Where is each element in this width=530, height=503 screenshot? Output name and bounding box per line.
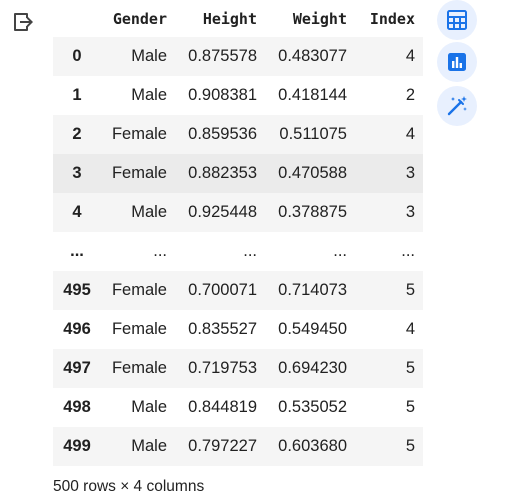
index-cell: 3 [405, 203, 415, 221]
index-cell: 5 [405, 437, 415, 455]
table-row: 0 Male 0.875578 0.483077 4 [53, 37, 423, 76]
index-cell: ... [401, 242, 415, 260]
gender-cell: Female [111, 164, 167, 182]
gender-cell: Male [131, 398, 167, 416]
table-row: 3 Female 0.882353 0.470588 3 [53, 154, 423, 193]
dataframe-dimensions-note: 500 rows × 4 columns [53, 478, 205, 495]
weight-cell: 0.603680 [278, 437, 347, 455]
height-cell: 0.908381 [188, 86, 257, 104]
weight-cell: 0.549450 [278, 320, 347, 338]
index-cell: 4 [405, 47, 415, 65]
magic-wand-icon [447, 96, 467, 116]
height-cell: 0.925448 [188, 203, 257, 221]
index-cell: 4 [405, 125, 415, 143]
height-cell: 0.835527 [188, 320, 257, 338]
table-row: 495 Female 0.700071 0.714073 5 [53, 271, 423, 310]
weight-cell: 0.378875 [278, 203, 347, 221]
header-weight: Weight [265, 0, 355, 37]
output-exit-icon[interactable] [9, 8, 37, 36]
height-cell: 0.882353 [188, 164, 257, 182]
row-index-cell: 1 [72, 86, 82, 104]
index-cell: 5 [405, 398, 415, 416]
weight-cell: ... [333, 242, 347, 260]
height-cell: 0.844819 [188, 398, 257, 416]
weight-cell: 0.418144 [278, 86, 347, 104]
header-gender: Gender [101, 0, 175, 37]
table-row: 2 Female 0.859536 0.511075 4 [53, 115, 423, 154]
table-row: 498 Male 0.844819 0.535052 5 [53, 388, 423, 427]
index-cell: 5 [405, 281, 415, 299]
generate-code-button[interactable] [437, 86, 477, 126]
dataframe-table: Gender Height Weight Index 0 Male 0.8755… [53, 0, 423, 466]
header-height: Height [175, 0, 265, 37]
row-index-cell: 498 [63, 398, 91, 416]
index-cell: 5 [405, 359, 415, 377]
dataframe-container: Gender Height Weight Index 0 Male 0.8755… [53, 0, 423, 466]
table-row: 496 Female 0.835527 0.549450 4 [53, 310, 423, 349]
gender-cell: Male [131, 86, 167, 104]
gender-cell: ... [153, 242, 167, 260]
row-index-cell: 495 [63, 281, 91, 299]
height-cell: ... [243, 242, 257, 260]
weight-cell: 0.483077 [278, 47, 347, 65]
row-index-cell: 496 [63, 320, 91, 338]
height-cell: 0.797227 [188, 437, 257, 455]
gender-cell: Male [131, 437, 167, 455]
height-cell: 0.700071 [188, 281, 257, 299]
row-index-cell: ... [70, 242, 84, 260]
weight-cell: 0.714073 [278, 281, 347, 299]
suggest-charts-button[interactable] [437, 42, 477, 82]
weight-cell: 0.694230 [278, 359, 347, 377]
row-index-cell: 2 [72, 125, 82, 143]
output-exit-icon-glyph [14, 13, 33, 31]
height-cell: 0.859536 [188, 125, 257, 143]
table-row: 497 Female 0.719753 0.694230 5 [53, 349, 423, 388]
row-index-cell: 4 [72, 203, 82, 221]
gender-cell: Female [111, 320, 167, 338]
index-cell: 4 [405, 320, 415, 338]
height-cell: 0.719753 [188, 359, 257, 377]
index-cell: 3 [405, 164, 415, 182]
table-row: 499 Male 0.797227 0.603680 5 [53, 427, 423, 466]
gender-cell: Female [111, 281, 167, 299]
row-index-cell: 3 [72, 164, 82, 182]
table-icon [447, 10, 467, 30]
header-row: Gender Height Weight Index [53, 0, 423, 37]
weight-cell: 0.535052 [278, 398, 347, 416]
gender-cell: Female [111, 125, 167, 143]
table-row: 1 Male 0.908381 0.418144 2 [53, 76, 423, 115]
ellipsis-row: ... ... ... ... ... [53, 232, 423, 271]
header-index-col [53, 0, 101, 37]
convert-to-interactive-table-button[interactable] [437, 0, 477, 40]
row-index-cell: 499 [63, 437, 91, 455]
gender-cell: Male [131, 203, 167, 221]
row-index-cell: 497 [63, 359, 91, 377]
row-index-cell: 0 [72, 47, 82, 65]
gender-cell: Male [131, 47, 167, 65]
weight-cell: 0.511075 [279, 125, 347, 143]
gender-cell: Female [111, 359, 167, 377]
index-cell: 2 [405, 86, 415, 104]
weight-cell: 0.470588 [278, 164, 347, 182]
header-index: Index [355, 0, 423, 37]
bar-chart-icon [448, 53, 466, 71]
table-row: 4 Male 0.925448 0.378875 3 [53, 193, 423, 232]
height-cell: 0.875578 [188, 47, 257, 65]
